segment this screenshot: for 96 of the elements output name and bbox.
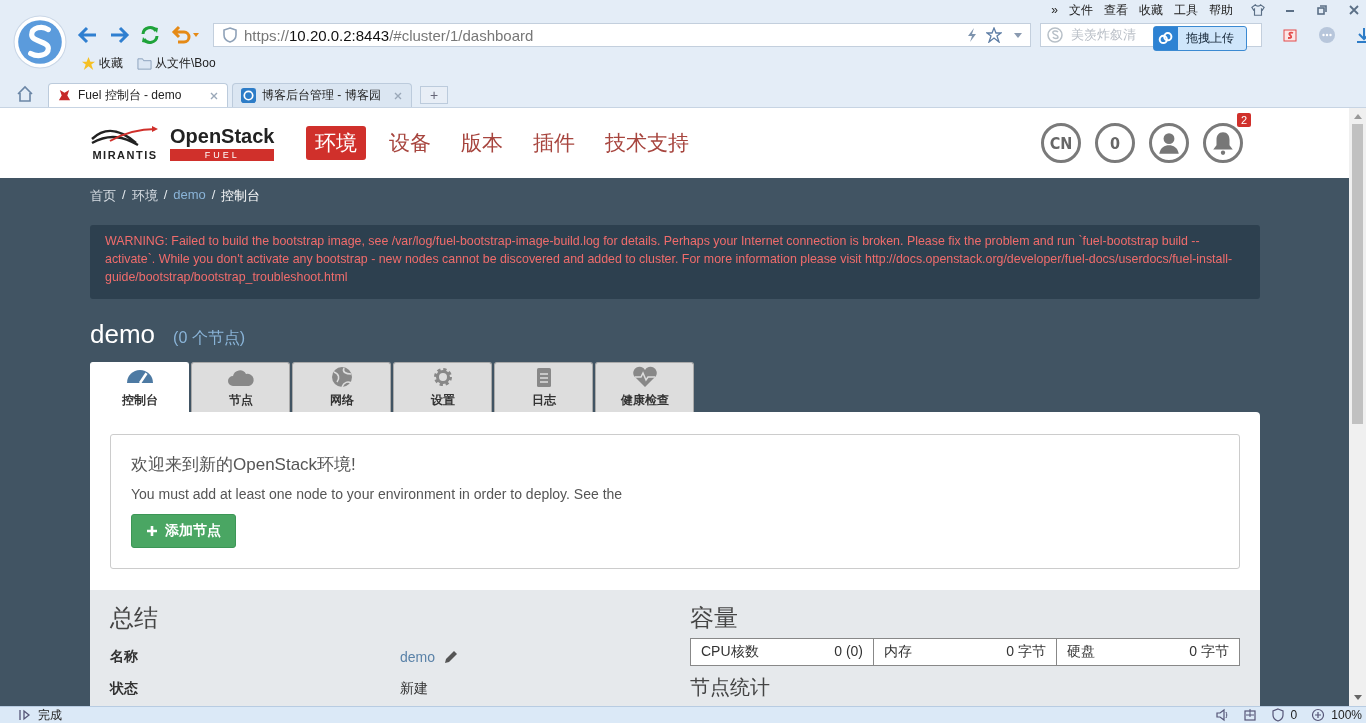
nav-item[interactable]: 版本 <box>452 126 513 160</box>
zoom-icon[interactable] <box>1311 708 1326 722</box>
welcome-title: 欢迎来到新的OpenStack环境! <box>131 454 357 476</box>
capacity-value: 0 (0) <box>834 643 863 661</box>
bookmark[interactable]: 从文件\Boo <box>137 54 216 72</box>
capacity-value: 0 字节 <box>1006 643 1046 661</box>
bookmark[interactable]: 收藏 <box>81 54 123 72</box>
home-icon[interactable] <box>16 85 34 103</box>
sidebar-icon[interactable] <box>18 708 32 722</box>
section-title: 节点统计 <box>690 675 771 700</box>
fuel-label: FUEL <box>170 149 275 161</box>
new-tab-button[interactable]: + <box>420 86 448 104</box>
welcome-text: You must add at least one node to your environment in order to deploy. See the <box>131 486 624 502</box>
blog-favicon <box>241 88 256 103</box>
cloud-link-icon <box>1154 27 1178 50</box>
capacity-label: CPU核数 <box>701 643 759 661</box>
close-icon[interactable] <box>393 90 403 101</box>
field-value: 新建 <box>400 680 428 698</box>
breadcrumb-current: 控制台 <box>221 187 261 205</box>
cluster-name: demo <box>90 319 156 350</box>
node-count[interactable]: (0 个节点) <box>173 328 246 349</box>
notifications-button[interactable] <box>1203 123 1243 163</box>
back-icon[interactable] <box>77 24 99 46</box>
tab[interactable]: 节点 <box>191 362 290 412</box>
menu-item[interactable]: 工具 <box>1174 2 1198 17</box>
star-icon <box>81 55 96 71</box>
menu-item[interactable]: 查看 <box>1104 2 1128 17</box>
forward-icon[interactable] <box>108 24 130 46</box>
tab[interactable]: 日志 <box>494 362 593 412</box>
notification-badge: 2 <box>1236 113 1251 127</box>
caret-icon[interactable] <box>1014 32 1022 38</box>
speaker-icon[interactable] <box>1214 708 1229 722</box>
menu-item[interactable]: 收藏 <box>1139 2 1163 17</box>
close-icon[interactable] <box>1347 2 1361 17</box>
browser-tab[interactable]: Fuel 控制台 - demo <box>48 83 228 107</box>
undo-icon[interactable] <box>170 24 200 46</box>
breadcrumb-separator: / <box>163 187 168 204</box>
breadcrumb-separator: / <box>211 187 216 204</box>
refresh-icon[interactable] <box>139 24 161 46</box>
restore-icon[interactable] <box>1315 2 1329 17</box>
breadcrumb-link[interactable]: 环境 <box>131 187 158 208</box>
scrollbar[interactable] <box>1349 108 1366 706</box>
nav-item[interactable]: 设备 <box>380 126 441 160</box>
fuel-favicon <box>57 88 72 103</box>
shield-icon <box>222 27 238 43</box>
product-text: OpenStack <box>170 125 275 147</box>
node-count-button[interactable]: 0 <box>1095 123 1135 163</box>
logo[interactable]: MIRANTIS OpenStack FUEL <box>90 125 275 161</box>
gauge-icon <box>126 370 153 383</box>
status-text: 完成 <box>38 708 62 722</box>
close-icon[interactable] <box>209 90 219 101</box>
language-button[interactable]: CN <box>1041 123 1081 163</box>
tab[interactable]: 控制台 <box>90 362 189 412</box>
browser-tab[interactable]: 博客后台管理 - 博客园 <box>232 83 412 107</box>
brand-text: MIRANTIS <box>92 149 158 161</box>
breadcrumb-link[interactable]: demo <box>173 187 206 208</box>
bell-icon <box>1210 130 1236 156</box>
section-title: 总结 <box>110 603 159 633</box>
plus-icon <box>146 525 158 537</box>
browser-logo[interactable] <box>13 15 67 69</box>
more-menu[interactable]: » <box>1051 2 1058 17</box>
menu-item[interactable]: 帮助 <box>1209 2 1233 17</box>
block-icon[interactable] <box>1270 708 1285 722</box>
user-button[interactable] <box>1149 123 1189 163</box>
extension-icon[interactable] <box>1281 26 1299 44</box>
warning-alert: WARNING: Failed to build the bootstrap image, see /var/log/fuel-bootstrap-image-build.log for details. Perhaps your Internet connection is broken. Please fix the problem and run `fuel-bootstrap build --activate`. While you don't activate any bootstrap - new nodes cannot be discovered and added to cluster. For more information please visit http://docs.openstack.org/developer/fuel-docs/userdocs/fuel-install-guide/bootstrap/bootstrap_troubleshoot.html <box>90 225 1260 299</box>
nav-item[interactable]: 环境 <box>306 126 367 160</box>
zoom-level[interactable]: 100% <box>1331 708 1362 722</box>
user-icon <box>1156 130 1182 156</box>
heart-pulse-icon <box>630 366 659 388</box>
edit-icon[interactable] <box>443 649 460 665</box>
scroll-down-icon[interactable] <box>1352 695 1363 701</box>
capacity-value: 0 字节 <box>1189 643 1229 661</box>
screenshot-icon[interactable] <box>1242 708 1257 722</box>
capacity-label: 硬盘 <box>1067 643 1095 661</box>
tab[interactable]: 健康检查 <box>595 362 694 412</box>
breadcrumb-link[interactable]: 首页 <box>90 187 116 208</box>
skin-icon[interactable] <box>1251 2 1265 17</box>
search-engine-icon <box>1047 27 1063 43</box>
upload-button[interactable]: 拖拽上传 <box>1153 26 1247 51</box>
scroll-up-icon[interactable] <box>1352 113 1363 119</box>
tab[interactable]: 设置 <box>393 362 492 412</box>
swoosh-icon <box>90 125 160 149</box>
folder-icon <box>137 55 152 71</box>
nav-item[interactable]: 技术支持 <box>596 126 699 160</box>
capacity-label: 内存 <box>884 643 912 661</box>
address-bar[interactable]: https://10.20.0.2:8443/#cluster/1/dashboard <box>213 23 1031 47</box>
tab[interactable]: 网络 <box>292 362 391 412</box>
star-icon[interactable] <box>986 27 1002 43</box>
nav-item[interactable]: 插件 <box>524 126 585 160</box>
field-label: 名称 <box>110 648 139 666</box>
field-label: 状态 <box>110 680 139 698</box>
breadcrumb-separator: / <box>122 187 126 204</box>
menu-item[interactable]: 文件 <box>1069 2 1093 17</box>
blocked-count: 0 <box>1290 708 1298 722</box>
section-title: 容量 <box>690 603 739 633</box>
